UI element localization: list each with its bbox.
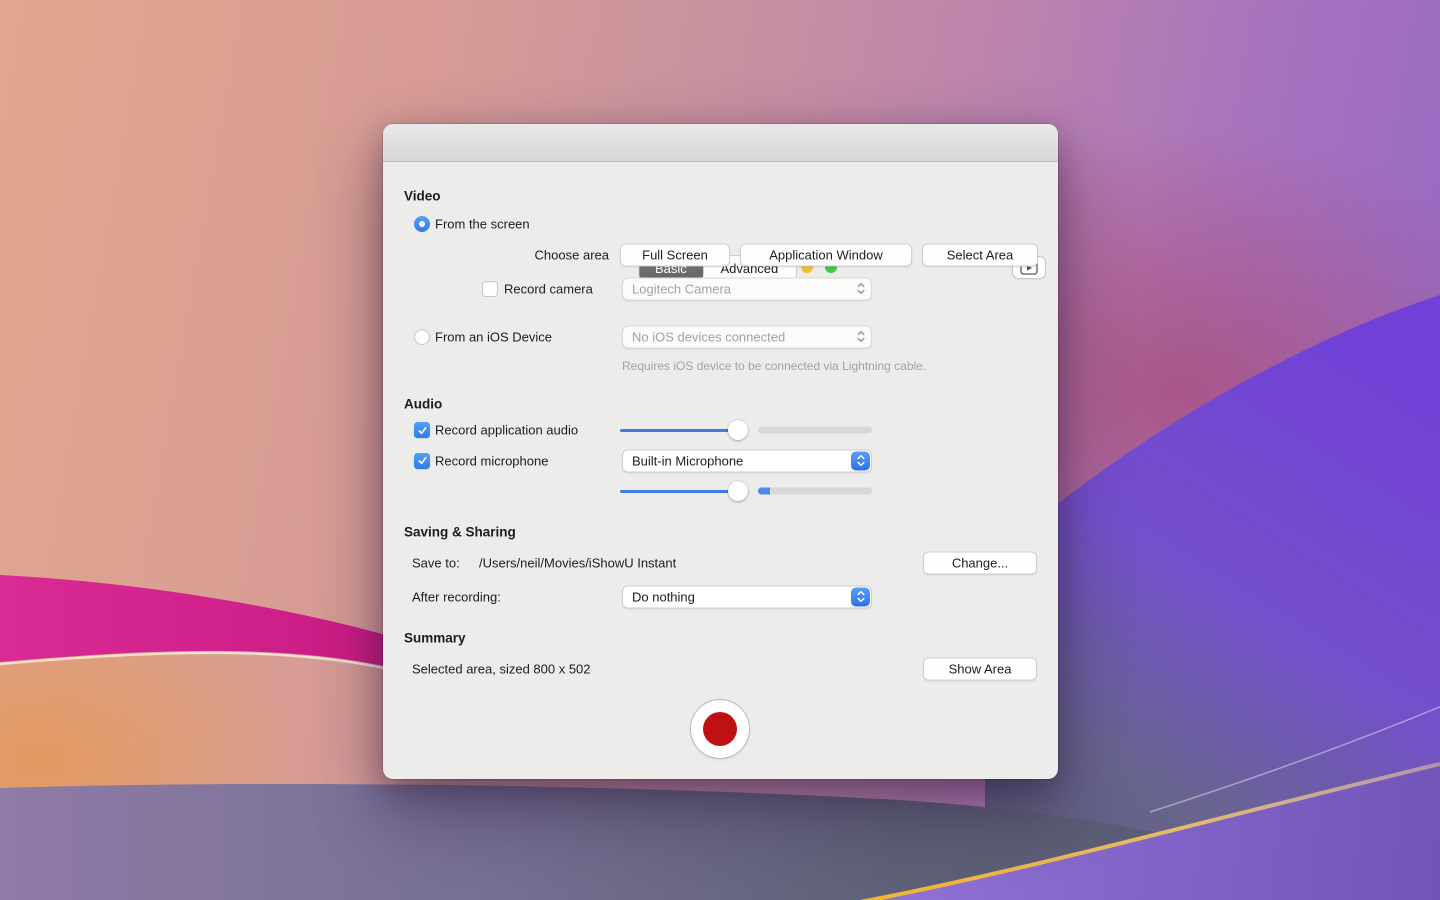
after-recording-label: After recording: [412, 589, 501, 604]
saving-section-header: Saving & Sharing [404, 525, 516, 540]
ios-device-dropdown-value: No iOS devices connected [632, 329, 785, 344]
audio-section-header: Audio [404, 397, 442, 412]
save-path-value: /Users/neil/Movies/iShowU Instant [479, 556, 676, 571]
checkmark-icon [417, 425, 428, 436]
chevron-up-down-icon [851, 451, 870, 470]
ios-help-text: Requires iOS device to be connected via … [622, 359, 926, 373]
save-to-label: Save to: [412, 556, 460, 571]
choose-area-label: Choose area [383, 247, 609, 262]
record-app-audio-checkbox[interactable] [414, 422, 430, 438]
app-window: Basic Advanced Video From the screen Cho… [383, 124, 1058, 779]
app-audio-volume-slider[interactable] [620, 420, 748, 440]
microphone-dropdown[interactable]: Built-in Microphone [622, 449, 872, 472]
chevron-up-down-icon [851, 279, 870, 298]
show-area-button[interactable]: Show Area [923, 657, 1037, 680]
change-button[interactable]: Change... [923, 552, 1037, 575]
titlebar [383, 124, 1058, 162]
camera-dropdown-value: Logitech Camera [632, 281, 731, 296]
chevron-up-down-icon [851, 327, 870, 346]
from-screen-radio[interactable] [414, 216, 430, 232]
full-screen-button[interactable]: Full Screen [620, 243, 730, 266]
application-window-button[interactable]: Application Window [740, 243, 912, 266]
record-app-audio-label: Record application audio [435, 423, 578, 438]
slider-thumb[interactable] [728, 420, 748, 440]
microphone-dropdown-value: Built-in Microphone [632, 453, 743, 468]
record-dot-icon [703, 712, 737, 746]
record-microphone-label: Record microphone [435, 453, 548, 468]
record-microphone-checkbox[interactable] [414, 453, 430, 469]
settings-panel: Video From the screen Choose area Full S… [383, 162, 1058, 779]
slider-thumb[interactable] [728, 481, 748, 501]
after-recording-dropdown[interactable]: Do nothing [622, 585, 872, 608]
microphone-volume-slider[interactable] [620, 481, 748, 501]
record-camera-checkbox[interactable] [482, 281, 498, 297]
record-camera-label: Record camera [504, 281, 593, 296]
select-area-button[interactable]: Select Area [922, 243, 1038, 266]
meter-fill [758, 488, 770, 495]
video-section-header: Video [404, 189, 441, 204]
from-screen-label: From the screen [435, 217, 530, 232]
ios-device-dropdown[interactable]: No iOS devices connected [622, 325, 872, 348]
chevron-up-down-icon [851, 587, 870, 606]
after-recording-value: Do nothing [632, 589, 695, 604]
checkmark-icon [417, 455, 428, 466]
summary-text: Selected area, sized 800 x 502 [412, 661, 591, 676]
summary-section-header: Summary [404, 631, 466, 646]
app-audio-level-meter [758, 427, 872, 434]
from-ios-radio[interactable] [414, 329, 430, 345]
radio-dot-icon [419, 221, 425, 227]
microphone-level-meter [758, 488, 872, 495]
record-button[interactable] [691, 700, 749, 758]
camera-dropdown[interactable]: Logitech Camera [622, 277, 872, 300]
from-ios-label: From an iOS Device [435, 329, 552, 344]
